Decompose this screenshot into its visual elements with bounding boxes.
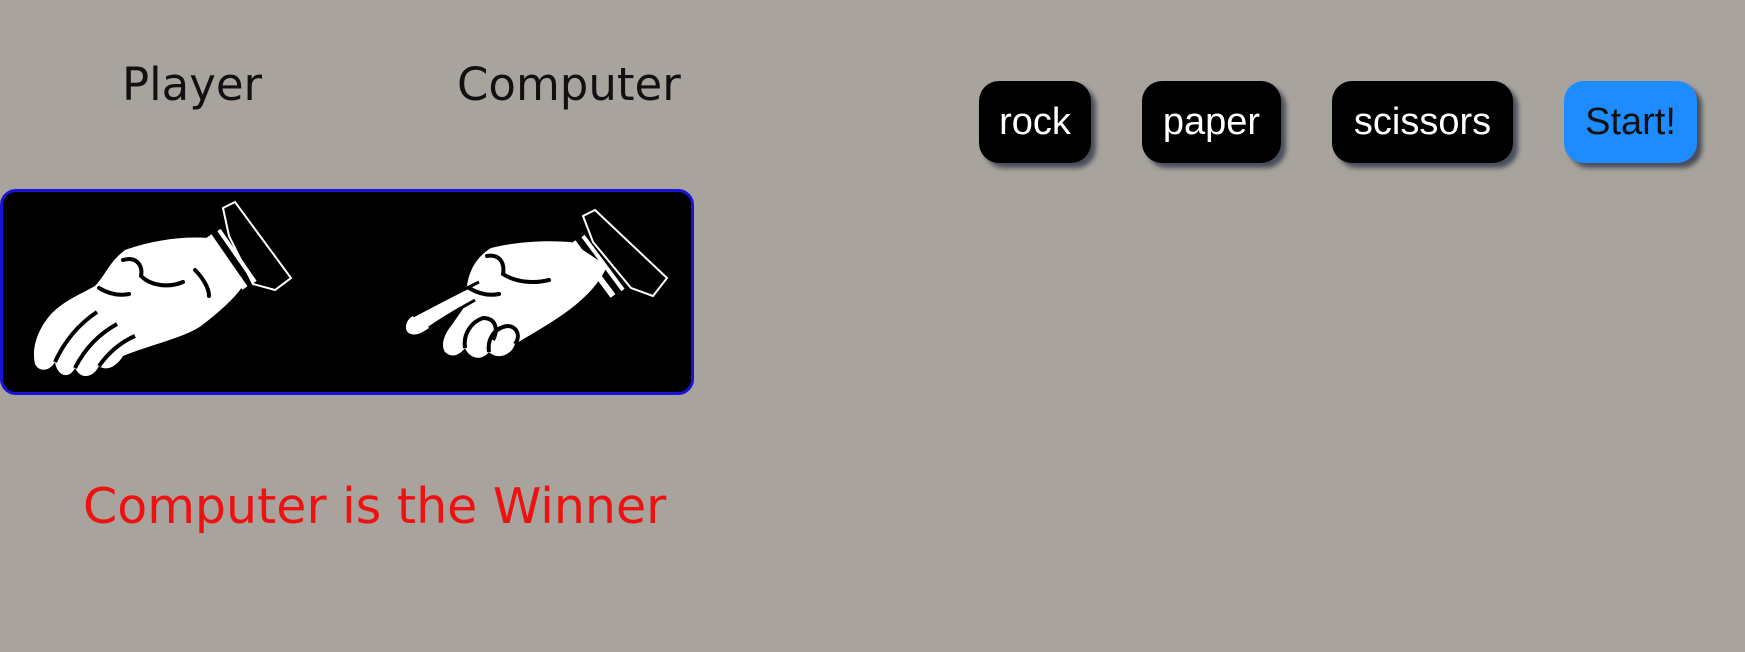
computer-label: Computer xyxy=(457,58,681,111)
player-label: Player xyxy=(122,58,263,111)
start-button[interactable]: Start! xyxy=(1564,81,1697,163)
paper-button[interactable]: paper xyxy=(1142,81,1281,163)
rock-button[interactable]: rock xyxy=(979,81,1091,163)
paper-hand-icon xyxy=(33,200,293,377)
scissors-button[interactable]: scissors xyxy=(1332,81,1513,163)
game-arena xyxy=(0,189,694,395)
scissors-hand-icon xyxy=(405,208,669,358)
result-message: Computer is the Winner xyxy=(83,478,667,535)
